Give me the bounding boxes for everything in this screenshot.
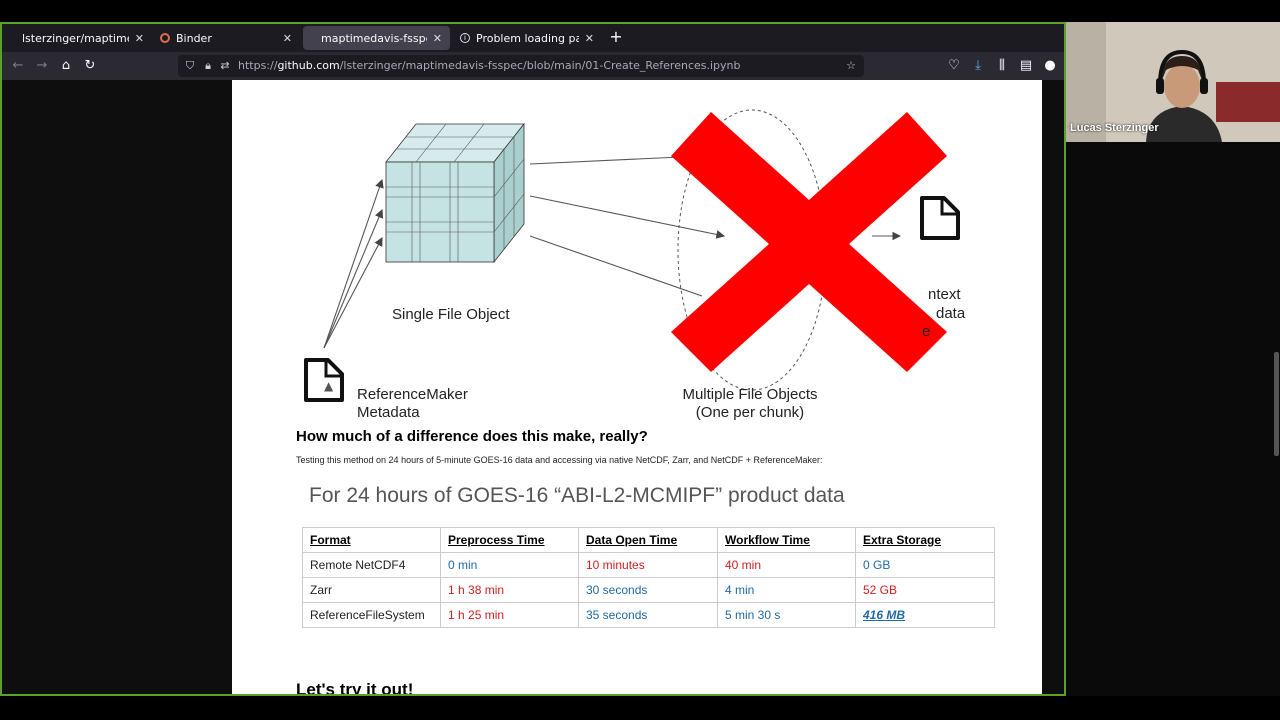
url-prefix: https:// (238, 59, 278, 72)
url-path: /lsterzinger/maptimedavis-fsspec/blob/ma… (339, 59, 741, 72)
refmaker-label-line1: ReferenceMaker (357, 386, 468, 403)
table-cell: 5 min 30 s (717, 602, 856, 628)
reload-icon[interactable]: ↻ (80, 56, 100, 76)
tab-github-repo[interactable]: lsterzinger/maptimedavis-fsspec ✕ (14, 26, 152, 50)
document-icon (920, 196, 960, 240)
table-cell: Remote NetCDF4 (302, 552, 441, 578)
tab-binder[interactable]: Binder ✕ (152, 26, 300, 50)
sidebar-icon[interactable]: ▤ (1016, 56, 1036, 76)
table-header-row: Format Preprocess Time Data Open Time Wo… (302, 527, 995, 553)
download-icon[interactable]: ⤓ (968, 56, 988, 76)
header-format: Format (302, 527, 441, 553)
url-bar[interactable]: ⛉ 🔒︎ ⇄ https://github.com/lsterzinger/ma… (178, 55, 864, 77)
url-text[interactable]: https://github.com/lsterzinger/maptimeda… (238, 55, 741, 77)
try-it-heading: Let's try it out! (296, 680, 414, 696)
close-icon[interactable]: ✕ (585, 32, 594, 45)
table-cell: Zarr (302, 577, 441, 603)
close-icon[interactable]: ✕ (135, 32, 144, 45)
tab-label: maptimedavis-fsspec/01-Create_References… (321, 31, 427, 45)
table-cell: 35 seconds (578, 602, 718, 628)
tab-label: Problem loading page (476, 31, 579, 45)
binder-icon (160, 33, 170, 43)
red-x-mark (671, 112, 947, 372)
back-arrow-icon[interactable]: ← (8, 56, 28, 76)
slide-title: For 24 hours of GOES-16 “ABI-L2-MCMIPF” … (309, 484, 845, 507)
section-subtext: Testing this method on 24 hours of 5-min… (296, 455, 823, 465)
permissions-icon[interactable]: ⇄ (218, 58, 232, 74)
account-icon[interactable]: ● (1040, 56, 1060, 76)
table-cell: 4 min (717, 577, 856, 603)
table-cell: 52 GB (855, 577, 995, 603)
new-tab-button[interactable]: + (606, 27, 626, 47)
tab-label: Binder (176, 31, 212, 45)
header-workflow: Workflow Time (717, 527, 856, 553)
partial-label-line3: e (922, 323, 931, 340)
table-cell: 40 min (717, 552, 856, 578)
header-storage: Extra Storage (855, 527, 995, 553)
multi-file-label-line2: (One per chunk) (695, 404, 805, 421)
table-row: Remote NetCDF4 0 min 10 minutes 40 min 0… (302, 552, 995, 578)
notebook-page: ▲ Single File Object ReferenceMaker Meta… (232, 80, 1042, 696)
partial-label-line1: ntext (928, 286, 961, 303)
home-icon[interactable]: ⌂ (56, 56, 76, 76)
close-icon[interactable]: ✕ (283, 32, 292, 45)
table-cell: 1 h 25 min (440, 602, 579, 628)
library-icon[interactable]: ⫼ (992, 56, 1012, 76)
scrollbar[interactable] (1274, 352, 1279, 456)
table-cell: 416 MB (855, 602, 995, 628)
table-cell: 30 seconds (578, 577, 718, 603)
results-table: Format Preprocess Time Data Open Time Wo… (302, 527, 995, 628)
page-viewport: ▲ Single File Object ReferenceMaker Meta… (2, 80, 1064, 696)
multi-file-label-line1: Multiple File Objects (682, 386, 818, 403)
reference-diagram: ▲ (304, 109, 960, 402)
table-cell: ReferenceFileSystem (302, 602, 441, 628)
tab-label: lsterzinger/maptimedavis-fsspec (22, 31, 129, 45)
header-open: Data Open Time (578, 527, 718, 553)
table-row: ReferenceFileSystem 1 h 25 min 35 second… (302, 602, 995, 628)
bottom-black-bar (0, 696, 1280, 720)
partial-label-line2: data (936, 305, 966, 322)
shield-icon[interactable]: ⛉ (183, 58, 197, 74)
tab-notebook[interactable]: maptimedavis-fsspec/01-Create_References… (303, 26, 450, 50)
url-host: github.com (277, 59, 340, 72)
pocket-icon[interactable]: ♡ (944, 56, 964, 76)
webcam-overlay: Lucas Sterzinger (1066, 22, 1280, 142)
browser-window: lsterzinger/maptimedavis-fsspec ✕ Binder… (0, 22, 1066, 696)
table-cell: 1 h 38 min (440, 577, 579, 603)
table-row: Zarr 1 h 38 min 30 seconds 4 min 52 GB (302, 577, 995, 603)
header-preprocess: Preprocess Time (440, 527, 579, 553)
table-cell: 0 min (440, 552, 579, 578)
info-icon: i (460, 33, 470, 43)
forward-arrow-icon[interactable]: → (32, 56, 52, 76)
top-black-bar (0, 0, 1280, 22)
section-heading: How much of a difference does this make,… (296, 428, 648, 445)
cube-grid-graphic (385, 122, 525, 264)
bookmark-star-icon[interactable]: ☆ (844, 58, 858, 74)
tab-problem-loading[interactable]: i Problem loading page ✕ (452, 26, 602, 50)
close-icon[interactable]: ✕ (433, 32, 442, 45)
single-file-label: Single File Object (392, 306, 510, 323)
table-cell: 10 minutes (578, 552, 718, 578)
participant-name: Lucas Sterzinger (1070, 122, 1159, 134)
mouse-cursor-icon: ▲ (324, 379, 334, 393)
tab-strip: lsterzinger/maptimedavis-fsspec ✕ Binder… (2, 24, 1064, 52)
lock-icon[interactable]: 🔒︎ (201, 58, 215, 74)
table-cell: 0 GB (855, 552, 995, 578)
navigation-toolbar: ← → ⌂ ↻ ⛉ 🔒︎ ⇄ https://github.com/lsterz… (2, 52, 1064, 80)
refmaker-label-line2: Metadata (357, 404, 420, 421)
